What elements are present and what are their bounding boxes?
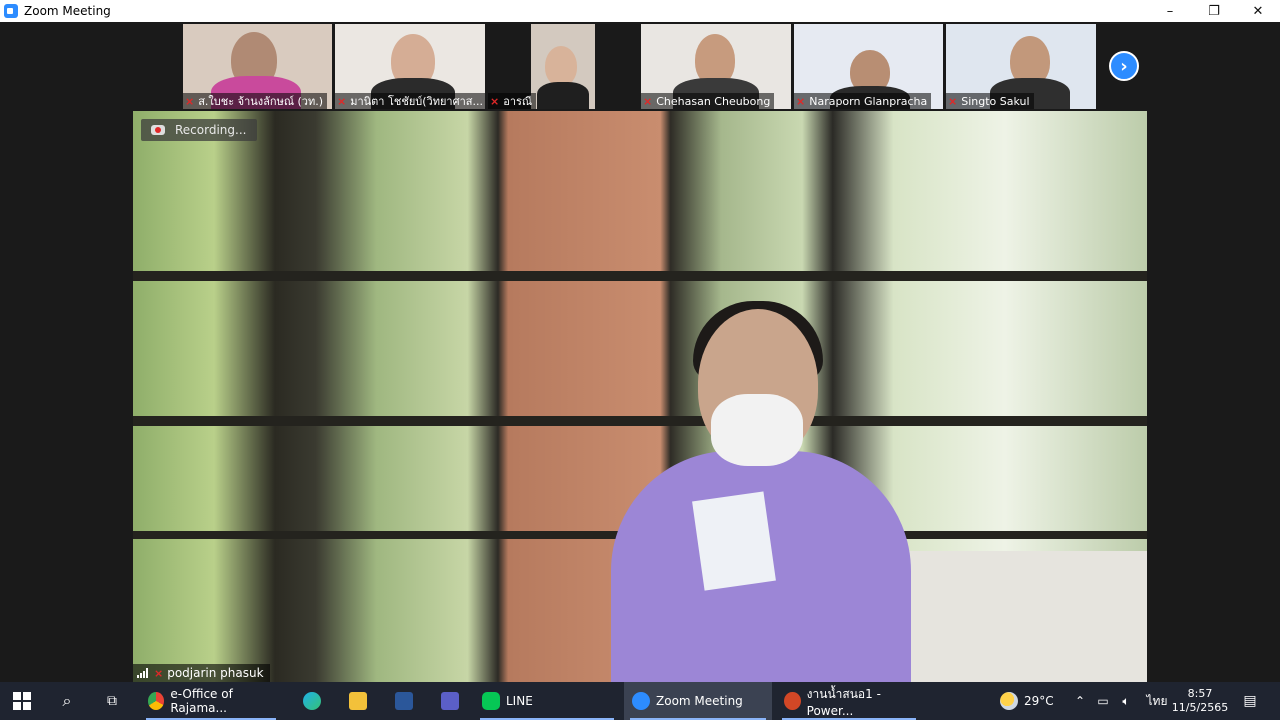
chrome-icon bbox=[148, 692, 165, 710]
participant-tile[interactable]: ⨯ ส.ใบชะ จ้านงลักษณ์ (วท.) bbox=[183, 24, 332, 109]
signal-strength-icon bbox=[137, 668, 148, 678]
window-frame bbox=[133, 416, 1147, 426]
taskbar-powerpoint[interactable]: งานน้ำสนอ1 - Power... bbox=[776, 682, 922, 720]
mic-muted-icon: ⨯ bbox=[643, 94, 653, 108]
notification-icon: ▤ bbox=[1243, 693, 1257, 709]
participant-name-tag: ⨯ Singto Sakul bbox=[946, 93, 1034, 109]
recording-indicator[interactable]: Recording... bbox=[141, 119, 257, 141]
mic-muted-icon: ⨯ bbox=[490, 94, 500, 108]
line-icon bbox=[482, 692, 500, 710]
task-view-icon: ⧉ bbox=[107, 693, 117, 709]
word-icon bbox=[395, 692, 413, 710]
task-view-button[interactable]: ⧉ bbox=[90, 682, 134, 720]
mic-muted-icon: ⨯ bbox=[337, 94, 347, 108]
taskbar-zoom[interactable]: Zoom Meeting bbox=[624, 682, 772, 720]
face-mask bbox=[711, 394, 803, 466]
speaker-name-tag: ⨯ podjarin phasuk bbox=[133, 664, 270, 682]
powerpoint-icon bbox=[784, 692, 801, 710]
participant-head bbox=[545, 46, 577, 86]
taskbar-chrome[interactable]: e-Office of Rajama... bbox=[140, 682, 282, 720]
participant-tile[interactable]: ⨯ Singto Sakul bbox=[946, 24, 1096, 109]
chevron-up-icon: ⌃ bbox=[1074, 694, 1086, 708]
taskbar-file-explorer[interactable] bbox=[336, 682, 380, 720]
window-controls: – ❐ ✕ bbox=[1148, 0, 1280, 22]
mic-muted-icon: ⨯ bbox=[796, 94, 806, 108]
recording-label: Recording... bbox=[175, 123, 247, 137]
participant-name-tag: ⨯ อารณี bbox=[488, 93, 537, 109]
close-button[interactable]: ✕ bbox=[1236, 0, 1280, 22]
window-frame bbox=[133, 271, 1147, 281]
search-button[interactable]: ⌕ bbox=[44, 682, 90, 720]
window-title: Zoom Meeting bbox=[24, 4, 111, 18]
taskbar-edge[interactable] bbox=[290, 682, 334, 720]
participant-name-tag: ⨯ มานิตา โชชัยบ์(วิทยาศาส... bbox=[335, 93, 485, 109]
speaker-icon: 🔈︎ bbox=[1122, 693, 1130, 708]
title-bar: Zoom Meeting – ❐ ✕ bbox=[0, 0, 1280, 22]
search-icon: ⌕ bbox=[62, 691, 72, 710]
participant-tile[interactable]: ⨯ Chehasan Cheubong bbox=[641, 24, 791, 109]
teams-icon bbox=[441, 692, 459, 710]
participant-tile[interactable]: ⨯ อารณี bbox=[488, 24, 638, 109]
mic-muted-icon: ⨯ bbox=[948, 94, 958, 108]
participant-strip: ⨯ ส.ใบชะ จ้านงลักษณ์ (วท.) ⨯ มานิตา โชชัยบ… bbox=[0, 22, 1280, 111]
recording-icon bbox=[151, 125, 165, 135]
weather-widget[interactable]: 29°C bbox=[1000, 682, 1064, 720]
participant-name-tag: ⨯ Chehasan Cheubong bbox=[641, 93, 775, 109]
notifications-button[interactable]: ▤ bbox=[1232, 682, 1268, 720]
participant-tile[interactable]: ⨯ มานิตา โชชัยบ์(วิทยาศาส... bbox=[335, 24, 485, 109]
paper-sheet bbox=[692, 491, 776, 591]
minimize-button[interactable]: – bbox=[1148, 0, 1192, 22]
windows-taskbar: ⌕ ⧉ e-Office of Rajama... LINE Zoom Meet… bbox=[0, 682, 1280, 720]
network-icon: ▭ bbox=[1097, 694, 1109, 708]
language-indicator[interactable]: ไทย bbox=[1140, 682, 1174, 720]
tray-overflow-button[interactable]: ⌃ bbox=[1070, 682, 1090, 720]
weather-icon bbox=[1000, 692, 1018, 710]
clock-date: 11/5/2565 bbox=[1171, 701, 1229, 714]
participant-name-tag: ⨯ ส.ใบชะ จ้านงลักษณ์ (วท.) bbox=[183, 93, 328, 109]
participant-video bbox=[531, 24, 595, 109]
clock-time: 8:57 bbox=[1187, 687, 1213, 700]
speaker-name: podjarin phasuk bbox=[167, 666, 264, 680]
participant-body bbox=[537, 82, 589, 109]
zoom-app-icon bbox=[4, 4, 18, 18]
taskbar-word[interactable] bbox=[382, 682, 426, 720]
folder-icon bbox=[349, 692, 367, 710]
taskbar-teams[interactable] bbox=[428, 682, 472, 720]
chevron-right-icon[interactable]: › bbox=[1109, 51, 1139, 81]
clock[interactable]: 8:57 11/5/2565 bbox=[1172, 682, 1228, 720]
zoom-icon bbox=[632, 692, 650, 710]
cabinet bbox=[903, 551, 1147, 682]
main-speaker-video: Recording... ⨯ podjarin phasuk bbox=[133, 111, 1147, 682]
taskbar-line[interactable]: LINE bbox=[474, 682, 620, 720]
participant-tile[interactable]: ⨯ Naraporn Glanpracha bbox=[794, 24, 943, 109]
edge-icon bbox=[303, 692, 321, 710]
mic-muted-icon: ⨯ bbox=[185, 94, 195, 108]
volume-button[interactable]: 🔈︎ bbox=[1114, 682, 1138, 720]
start-button[interactable] bbox=[0, 682, 44, 720]
restore-button[interactable]: ❐ bbox=[1192, 0, 1236, 22]
participant-name-tag: ⨯ Naraporn Glanpracha bbox=[794, 93, 932, 109]
windows-logo-icon bbox=[13, 692, 31, 710]
network-button[interactable]: ▭ bbox=[1092, 682, 1114, 720]
mic-muted-icon: ⨯ bbox=[154, 666, 164, 680]
